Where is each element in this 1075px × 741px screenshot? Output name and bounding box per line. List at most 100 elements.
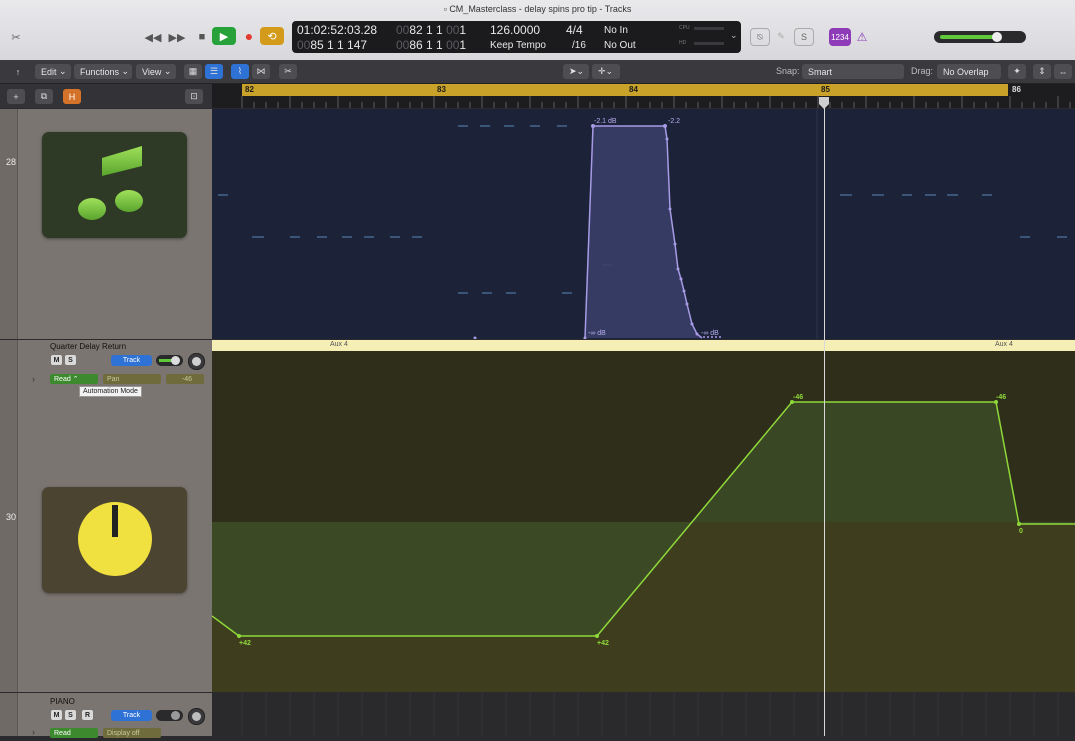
functions-menu[interactable]: Functions ⌄ <box>74 64 132 79</box>
automation-label: 0 <box>1019 528 1023 535</box>
fast-forward-button[interactable]: ▶▶ <box>165 28 189 46</box>
rewind-button[interactable]: ◀◀ <box>141 28 165 46</box>
cycle-icon: ⟲ <box>267 30 277 43</box>
midi-out: No Out <box>604 40 636 51</box>
ruler-ticks <box>241 96 1071 108</box>
solo-button[interactable]: S <box>65 355 76 365</box>
play-button[interactable]: ▶ <box>212 27 236 45</box>
volume-toggle[interactable] <box>156 710 183 721</box>
disclosure-triangle-icon[interactable]: › <box>32 374 35 384</box>
control-bar: ▫ CM_Masterclass - delay spins pro tip -… <box>0 0 1075 61</box>
track-lane-piano[interactable] <box>212 693 1075 736</box>
pointer-tool-select[interactable]: ➤ ⌄ <box>563 64 589 79</box>
region-header[interactable]: Aux 4 <box>825 340 1075 351</box>
vertical-zoom-icon[interactable]: ⇕ <box>1033 64 1051 79</box>
tempo[interactable]: 126.0000 <box>490 23 540 37</box>
automation-mode-select[interactable]: Read ⌃ <box>50 374 98 384</box>
volume-automation[interactable]: -2.1 dB -2.2 -∞ dB -∞ dB <box>212 109 1075 340</box>
pan-knob[interactable] <box>188 353 205 370</box>
add-track-button[interactable]: + <box>7 89 25 104</box>
automation-mode-select[interactable]: Read <box>50 728 98 738</box>
record-button[interactable]: ● <box>237 27 261 45</box>
solo-icon[interactable]: S <box>794 28 814 46</box>
record-enable-button[interactable]: R <box>82 710 93 720</box>
horizontal-zoom-icon[interactable]: ⇔ <box>1054 64 1072 79</box>
track-lane-30[interactable]: Aux 4 Aux 4 +42 +42 -46 -46 0 <box>212 340 1075 692</box>
region-header[interactable]: Aux 4 <box>212 340 824 351</box>
region-name: Aux 4 <box>995 341 1013 348</box>
flex-icon[interactable]: ⋈ <box>252 64 270 79</box>
up-arrow-icon[interactable]: ↑ <box>9 64 27 79</box>
alt-tool-select[interactable]: ✛ ⌄ <box>592 64 620 79</box>
automation-curve-icon[interactable]: ⌇ <box>231 64 249 79</box>
tempo-mode[interactable]: Keep Tempo <box>490 40 546 51</box>
metronome-icon[interactable]: ⚠ <box>853 28 871 46</box>
mute-button[interactable]: M <box>51 355 62 365</box>
global-tracks-icon[interactable]: ⊡ <box>185 89 203 104</box>
waveform-zoom-icon[interactable]: ✦ <box>1008 64 1026 79</box>
count-in-button[interactable]: 1234 <box>829 28 851 46</box>
empty-lane-grid <box>241 693 1059 736</box>
crosshair-icon: ✛ <box>598 66 606 76</box>
ruler-bar-82: 82 <box>245 85 254 94</box>
snap-select[interactable]: Smart <box>802 64 904 79</box>
track-name[interactable]: PIANO <box>50 697 75 706</box>
end-bars: 0086 1 1 001 <box>396 38 467 52</box>
list-view-icon[interactable]: ☰ <box>205 64 223 79</box>
ruler-bar-83: 83 <box>437 85 446 94</box>
play-icon: ▶ <box>219 30 229 43</box>
track-header-28[interactable]: 28 <box>0 109 212 339</box>
track-header-piano[interactable]: PIANO M S R Track › Read Display off <box>0 693 212 738</box>
drag-label: Drag: <box>911 66 934 76</box>
cycle-button[interactable]: ⟲ <box>260 27 284 45</box>
playhead-marker[interactable] <box>819 96 829 109</box>
music-note-icon <box>78 146 143 220</box>
region-name: Aux 4 <box>330 341 348 348</box>
track-icon-tile <box>42 132 187 238</box>
automation-label: +42 <box>239 640 251 647</box>
catch-icon[interactable]: ✂ <box>279 64 297 79</box>
track-number-column <box>0 693 18 736</box>
tuner-icon[interactable]: ⍉ <box>750 28 770 46</box>
scissors-icon[interactable]: ✂ <box>5 28 27 46</box>
drag-select[interactable]: No Overlap <box>937 64 1001 79</box>
hd-label: HD <box>679 40 687 46</box>
track-lane-28[interactable]: -2.1 dB -2.2 -∞ dB -∞ dB <box>212 109 1075 340</box>
hide-tracks-button[interactable]: H <box>63 89 81 104</box>
pan-knob[interactable] <box>188 708 205 725</box>
midi-in: No In <box>604 25 628 36</box>
pan-automation[interactable]: +42 +42 -46 -46 0 <box>212 351 1075 692</box>
volume-knob[interactable] <box>171 356 180 365</box>
chevron-down-icon[interactable]: ⌄ <box>730 30 738 41</box>
duplicate-icon: ⧉ <box>40 91 48 101</box>
fast-forward-icon: ▶▶ <box>168 31 186 44</box>
mute-button[interactable]: M <box>51 710 62 720</box>
cycle-region[interactable]: 82 83 84 85 <box>242 84 1008 96</box>
volume-knob[interactable] <box>171 711 180 720</box>
volume-toggle[interactable] <box>156 355 183 366</box>
track-button[interactable]: Track <box>111 355 152 366</box>
pencil-icon[interactable]: ✎ <box>772 28 790 44</box>
division[interactable]: /16 <box>572 40 586 51</box>
track-name[interactable]: Quarter Delay Return <box>50 342 126 351</box>
lcd-display[interactable]: 01:02:52:03.28 0082 1 1 001 0085 1 1 147… <box>292 21 741 53</box>
master-volume-knob[interactable] <box>992 32 1002 42</box>
grid-view-icon[interactable]: ▦ <box>184 64 202 79</box>
automation-parameter-select[interactable]: Pan <box>103 374 161 384</box>
track-header-30[interactable]: 30 Quarter Delay Return M S Track › Read… <box>0 340 212 692</box>
automation-value[interactable]: -46 <box>166 374 204 384</box>
automation-parameter-select[interactable]: Display off <box>103 728 161 738</box>
automation-label: -∞ dB <box>701 330 719 337</box>
master-volume-slider[interactable] <box>934 31 1026 43</box>
edit-menu[interactable]: Edit ⌄ <box>35 64 71 79</box>
automation-label: +42 <box>597 640 609 647</box>
solo-button[interactable]: S <box>65 710 76 720</box>
view-menu[interactable]: View ⌄ <box>136 64 176 79</box>
stop-button[interactable]: ■ <box>190 28 214 46</box>
track-button[interactable]: Track <box>111 710 152 721</box>
time-signature[interactable]: 4/4 <box>566 23 583 37</box>
automation-label: -2.1 dB <box>594 118 617 125</box>
ruler-bar-84: 84 <box>629 85 638 94</box>
tracks-toolbar: ↑ Edit ⌄ Functions ⌄ View ⌄ ▦ ☰ ⌇ ⋈ ✂ ➤ ⌄… <box>0 60 1075 84</box>
duplicate-track-button[interactable]: ⧉ <box>35 89 53 104</box>
